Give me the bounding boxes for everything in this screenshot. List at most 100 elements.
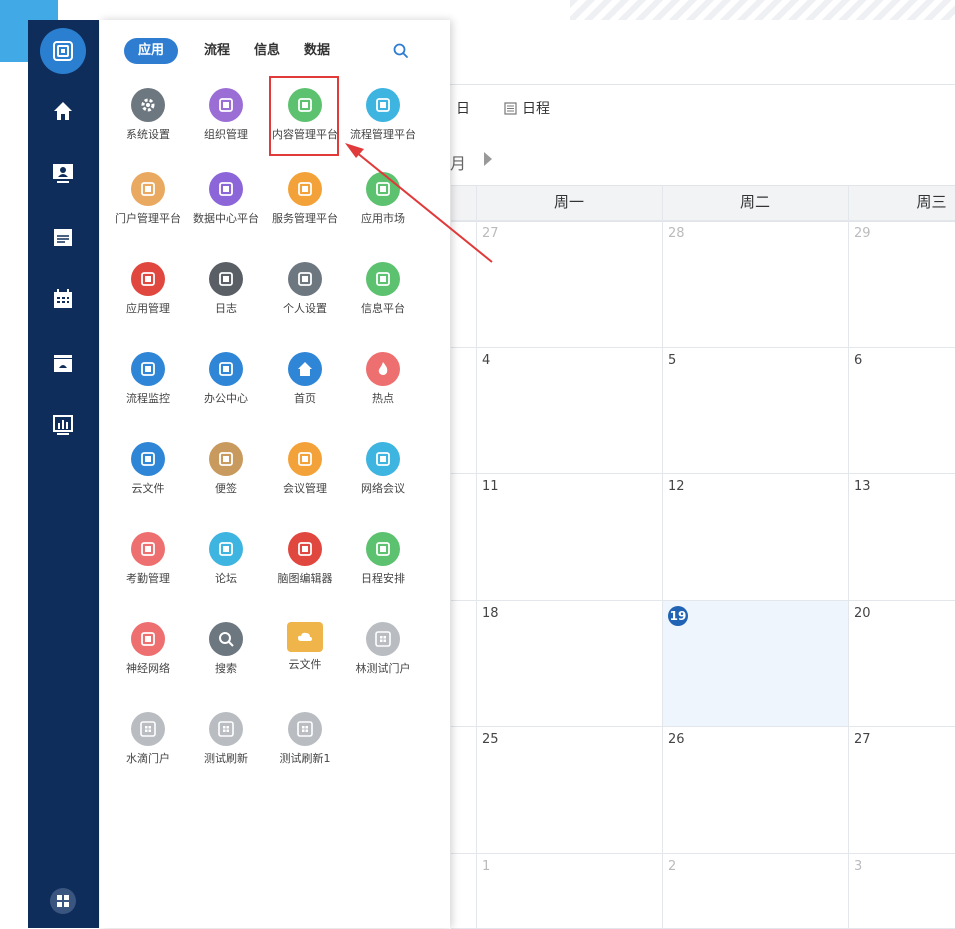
app-label: 数据中心平台: [193, 212, 259, 225]
app-label: 日程安排: [361, 572, 405, 585]
day-number[interactable]: 11: [482, 479, 499, 494]
news-icon[interactable]: [48, 222, 78, 252]
search-icon[interactable]: [392, 42, 410, 60]
app-tile[interactable]: 网络会议: [343, 442, 423, 496]
tab-2[interactable]: 信息: [254, 38, 280, 64]
app-tile[interactable]: 测试刷新: [186, 712, 266, 766]
day-number[interactable]: 27: [854, 732, 871, 747]
app-tile[interactable]: 应用管理: [108, 262, 188, 316]
app-tile[interactable]: 测试刷新1: [265, 712, 345, 766]
cloud-file-icon: [131, 442, 165, 476]
month-calendar: 周一 周二 周三 27 28 29 4 5 6 11 12 13 18 19 20 25 26 27 1 2 3: [451, 185, 955, 929]
app-tile[interactable]: 应用市场: [343, 172, 423, 226]
app-label: 测试刷新: [204, 752, 248, 765]
app-tile[interactable]: 系统设置: [108, 88, 188, 142]
app-manage-icon: [131, 262, 165, 296]
app-tile[interactable]: 脑图编辑器: [265, 532, 345, 586]
app-label: 神经网络: [126, 662, 170, 675]
chart-icon[interactable]: [48, 410, 78, 440]
view-schedule-label: 日程: [522, 101, 550, 117]
next-month-icon[interactable]: [484, 152, 492, 166]
day-number[interactable]: 28: [668, 226, 685, 241]
attendance-icon: [131, 532, 165, 566]
app-tile[interactable]: 日志: [186, 262, 266, 316]
day-number[interactable]: 27: [482, 226, 499, 241]
day-number[interactable]: 12: [668, 479, 685, 494]
app-tile[interactable]: 日程安排: [343, 532, 423, 586]
app-tile[interactable]: 搜索: [186, 622, 266, 676]
app-tile[interactable]: 门户管理平台: [108, 172, 188, 226]
header-stripes: [570, 0, 955, 20]
left-nav-rail: [28, 20, 99, 928]
app-label: 个人设置: [283, 302, 327, 315]
folder-icon[interactable]: [48, 348, 78, 378]
day-number[interactable]: 2: [668, 859, 676, 874]
apps-grid-icon[interactable]: [50, 888, 76, 914]
app-tile[interactable]: 论坛: [186, 532, 266, 586]
user-screen-icon[interactable]: [48, 158, 78, 188]
user-settings-icon: [288, 262, 322, 296]
day-number[interactable]: 20: [854, 606, 871, 621]
app-tile[interactable]: 水滴门户: [108, 712, 188, 766]
note-icon: [209, 442, 243, 476]
forum-icon: [209, 532, 243, 566]
day-number[interactable]: 5: [668, 353, 676, 368]
day-number[interactable]: 25: [482, 732, 499, 747]
portal-icon: [131, 172, 165, 206]
grid-line: [451, 853, 955, 854]
app-label: 流程管理平台: [350, 128, 416, 141]
nav-month-label: 月: [450, 154, 467, 173]
app-tile[interactable]: 服务管理平台: [265, 172, 345, 226]
app-tile[interactable]: 林测试门户: [343, 622, 423, 676]
app-tile[interactable]: 便签: [186, 442, 266, 496]
app-tile[interactable]: 神经网络: [108, 622, 188, 676]
grid-line: [476, 185, 477, 928]
app-label: 流程监控: [126, 392, 170, 405]
today-cell[interactable]: [662, 600, 848, 726]
tab-0[interactable]: 应用: [124, 38, 179, 64]
day-number[interactable]: 13: [854, 479, 871, 494]
app-tile[interactable]: 热点: [343, 352, 423, 406]
app-tile[interactable]: 流程管理平台: [343, 88, 423, 142]
app-tile[interactable]: 考勤管理: [108, 532, 188, 586]
weekday-label: 周二: [739, 193, 770, 211]
app-label: 热点: [372, 392, 394, 405]
app-label: 首页: [294, 392, 316, 405]
tab-3[interactable]: 数据: [304, 38, 330, 64]
grid-line: [662, 185, 663, 928]
app-tile[interactable]: 云文件: [108, 442, 188, 496]
app-tile[interactable]: 信息平台: [343, 262, 423, 316]
day-number[interactable]: 18: [482, 606, 499, 621]
app-label: 考勤管理: [126, 572, 170, 585]
app-tile[interactable]: 云文件: [265, 622, 345, 672]
app-tile[interactable]: 数据中心平台: [186, 172, 266, 226]
day-number[interactable]: 3: [854, 859, 862, 874]
grid-line: [848, 185, 849, 928]
app-label: 脑图编辑器: [277, 572, 333, 585]
app-label: 搜索: [215, 662, 237, 675]
grid-line: [451, 726, 955, 727]
view-day-button[interactable]: 日: [456, 98, 470, 118]
day-number[interactable]: 26: [668, 732, 685, 747]
calendar-icon[interactable]: [48, 284, 78, 314]
day-number[interactable]: 1: [482, 859, 490, 874]
app-tile[interactable]: 首页: [265, 352, 345, 406]
home-icon[interactable]: [48, 96, 78, 126]
app-tile[interactable]: 个人设置: [265, 262, 345, 316]
app-logo-icon[interactable]: [40, 28, 86, 74]
app-tile[interactable]: 办公中心: [186, 352, 266, 406]
schedule-icon: [366, 532, 400, 566]
today-date[interactable]: 19: [668, 606, 688, 626]
day-number[interactable]: 29: [854, 226, 871, 241]
view-schedule-button[interactable]: 日程: [504, 98, 550, 118]
tab-1[interactable]: 流程: [204, 38, 230, 64]
grid-line: [451, 600, 955, 601]
app-tile[interactable]: 组织管理: [186, 88, 266, 142]
day-number[interactable]: 4: [482, 353, 490, 368]
app-tile[interactable]: 流程监控: [108, 352, 188, 406]
day-number[interactable]: 6: [854, 353, 862, 368]
meeting-icon: [288, 442, 322, 476]
app-label: 便签: [215, 482, 237, 495]
panel-tabs: 应用 流程 信息 数据: [124, 38, 354, 64]
app-tile[interactable]: 会议管理: [265, 442, 345, 496]
